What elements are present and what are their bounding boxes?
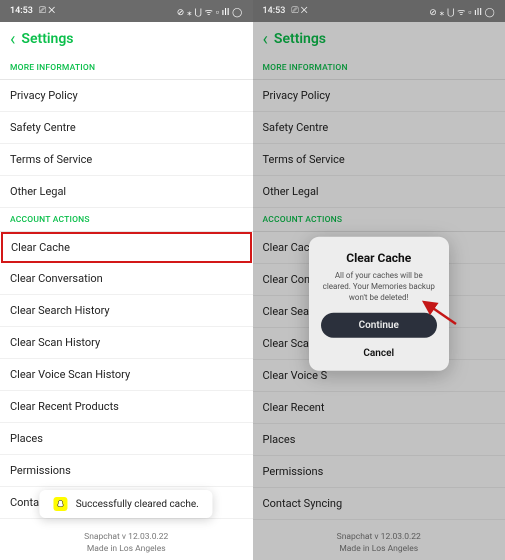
status-bar: 14:53 ⎚ ✕ ⊘ ⁎ ⋃ ᯤ ▫ ıll ◯ bbox=[0, 0, 253, 22]
status-time: 14:53 bbox=[10, 6, 33, 16]
clear-cache-modal: Clear Cache All of your caches will be c… bbox=[309, 237, 449, 371]
status-bar: 14:53 ⎚ ✕ ⊘ ⁎ ⋃ ᯤ ▫ ıll ◯ bbox=[253, 0, 505, 22]
footer-location: Made in Los Angeles bbox=[0, 544, 253, 556]
status-left-icons: ⎚ ✕ bbox=[39, 6, 55, 16]
modal-body: All of your caches will be cleared. Your… bbox=[321, 271, 437, 303]
list-item[interactable]: Places bbox=[0, 423, 253, 455]
page-title: Settings bbox=[21, 31, 73, 47]
list-item[interactable]: Clear Conversation bbox=[0, 263, 253, 295]
list-item[interactable]: Clear Search History bbox=[0, 295, 253, 327]
clear-cache-item[interactable]: Clear Cache bbox=[1, 232, 252, 263]
continue-button[interactable]: Continue bbox=[321, 313, 437, 338]
list-item[interactable]: Clear Recent Products bbox=[0, 391, 253, 423]
list-item[interactable]: Other Legal bbox=[0, 176, 253, 208]
list-item[interactable]: Safety Centre bbox=[0, 112, 253, 144]
modal-title: Clear Cache bbox=[321, 251, 437, 265]
status-right-icons: ⊘ ⁎ ⋃ ᯤ ▫ ıll ◯ bbox=[429, 5, 495, 18]
list-item[interactable]: Permissions bbox=[0, 455, 253, 487]
list-item[interactable]: Terms of Service bbox=[0, 144, 253, 176]
list-item[interactable]: Clear Scan History bbox=[0, 327, 253, 359]
toast-text: Successfully cleared cache. bbox=[76, 499, 199, 510]
header: ‹ Settings bbox=[0, 22, 253, 56]
status-right-icons: ⊘ ⁎ ⋃ ᯤ ▫ ıll ◯ bbox=[177, 5, 243, 18]
footer-version: Snapchat v 12.03.0.22 bbox=[0, 532, 253, 544]
phone-left: 14:53 ⎚ ✕ ⊘ ⁎ ⋃ ᯤ ▫ ıll ◯ ‹ Settings MOR… bbox=[0, 0, 253, 560]
toast: Successfully cleared cache. bbox=[40, 490, 213, 518]
status-left-icons: ⎚ ✕ bbox=[291, 6, 307, 16]
back-icon[interactable]: ‹ bbox=[10, 29, 15, 50]
list-item[interactable]: Clear Voice Scan History bbox=[0, 359, 253, 391]
section-more-info: MORE INFORMATION bbox=[0, 56, 253, 79]
status-time: 14:53 bbox=[263, 6, 286, 16]
snapchat-icon bbox=[54, 497, 68, 511]
cancel-button[interactable]: Cancel bbox=[321, 344, 437, 361]
footer: Snapchat v 12.03.0.22 Made in Los Angele… bbox=[0, 526, 253, 560]
section-account-actions: ACCOUNT ACTIONS bbox=[0, 208, 253, 231]
phone-right: 14:53 ⎚ ✕ ⊘ ⁎ ⋃ ᯤ ▫ ıll ◯ ‹ Settings MOR… bbox=[253, 0, 505, 560]
list-item[interactable]: Privacy Policy bbox=[0, 80, 253, 112]
